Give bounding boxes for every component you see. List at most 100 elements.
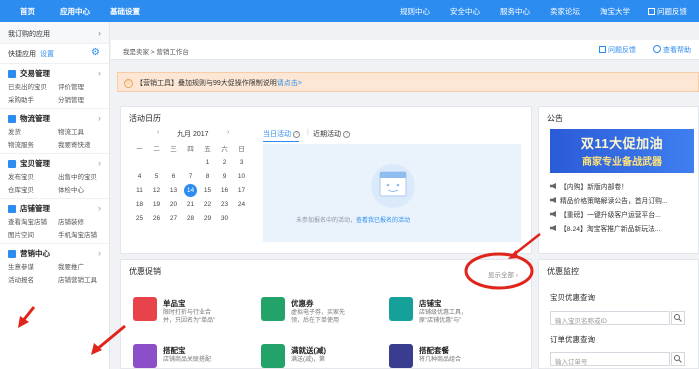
- sidebar-link[interactable]: 活动报名: [8, 274, 58, 284]
- chevron-right-icon[interactable]: ›: [98, 113, 101, 123]
- sidebar-link[interactable]: 图片空间: [8, 229, 58, 239]
- announcement-item[interactable]: 【8.24】淘宝客推广新品新玩法...: [550, 223, 695, 233]
- calendar-day[interactable]: 6: [165, 173, 182, 180]
- calendar-day[interactable]: 20: [165, 201, 182, 208]
- notice-link[interactable]: 请点击>: [277, 80, 302, 87]
- calendar-day[interactable]: 3: [233, 159, 250, 166]
- crumb-help-button[interactable]: 查看帮助: [653, 45, 691, 55]
- tab-recent-activity[interactable]: 近期活动?: [313, 129, 350, 139]
- crumb-feedback-button[interactable]: 问题反馈: [599, 45, 636, 55]
- chevron-right-icon[interactable]: ›: [98, 248, 101, 258]
- chevron-right-icon[interactable]: ›: [98, 68, 101, 78]
- sidebar-link[interactable]: 仓库宝贝: [8, 184, 58, 194]
- calendar-day[interactable]: 25: [131, 215, 148, 222]
- promo-item-store[interactable]: 店铺宝 店铺级优惠工具，原"店铺优惠"与": [389, 297, 509, 337]
- tab-current-activity[interactable]: 当日活动?: [263, 129, 300, 139]
- calendar-day[interactable]: 21: [182, 201, 199, 208]
- promo-item-full-reduce[interactable]: 满就送(减) 满送(减)，第: [261, 344, 381, 369]
- sidebar-link[interactable]: 体检中心: [58, 184, 108, 194]
- order-search-button[interactable]: [671, 352, 685, 366]
- sidebar-link[interactable]: 评价管理: [58, 81, 108, 91]
- breadcrumb[interactable]: 我是卖家 > 营销工作台: [123, 46, 189, 56]
- calendar-day[interactable]: 11: [131, 187, 148, 194]
- chevron-right-icon[interactable]: ›: [98, 203, 101, 213]
- sidebar-link[interactable]: 我要寄快递: [58, 139, 108, 149]
- section-title[interactable]: 宝贝管理: [20, 158, 50, 169]
- calendar-day[interactable]: 22: [199, 201, 216, 208]
- calendar-day[interactable]: 26: [148, 215, 165, 222]
- calendar-day[interactable]: 2: [216, 159, 233, 166]
- nav-service-center[interactable]: 服务中心: [500, 6, 530, 17]
- calendar-day[interactable]: 12: [148, 187, 165, 194]
- sidebar-link[interactable]: 发货: [8, 126, 58, 136]
- sidebar-link[interactable]: 物流工具: [58, 126, 108, 136]
- calendar-day[interactable]: 24: [233, 201, 250, 208]
- sidebar-link[interactable]: 店铺营销工具: [58, 274, 108, 284]
- nav-app-center[interactable]: 应用中心: [60, 6, 90, 17]
- nav-feedback[interactable]: 问题反馈: [648, 6, 687, 17]
- section-title[interactable]: 交易管理: [20, 68, 50, 79]
- calendar-day[interactable]: 23: [216, 201, 233, 208]
- section-title[interactable]: 店铺管理: [20, 203, 50, 214]
- next-month-icon[interactable]: ›: [227, 129, 229, 136]
- calendar-day[interactable]: 9: [216, 173, 233, 180]
- sidebar-subscribed-apps[interactable]: 我订购的应用 ›: [0, 22, 109, 44]
- nav-home[interactable]: 首页: [20, 6, 35, 17]
- sidebar-link[interactable]: 分销管理: [58, 94, 108, 104]
- sidebar-link[interactable]: 出售中的宝贝: [58, 171, 108, 181]
- sidebar-link[interactable]: 发布宝贝: [8, 171, 58, 181]
- quick-apps-setting-link[interactable]: 设置: [40, 51, 54, 58]
- promo-item-single[interactable]: 单品宝 限时打折与行业合并，只因名为"单品": [133, 297, 253, 337]
- promo-banner[interactable]: 双11大促加油 商家专业备战武器: [550, 129, 694, 173]
- calendar-day[interactable]: 29: [199, 215, 216, 222]
- announcement-item[interactable]: 【重磅】一键升级客户运营平台...: [550, 209, 695, 219]
- calendar-day[interactable]: 27: [165, 215, 182, 222]
- sidebar-link[interactable]: 物流服务: [8, 139, 58, 149]
- section-title[interactable]: 营销中心: [20, 248, 50, 259]
- sidebar-link[interactable]: 手机淘宝店铺: [58, 229, 108, 239]
- calendar-day[interactable]: 28: [182, 215, 199, 222]
- question-icon[interactable]: ?: [343, 130, 350, 138]
- sidebar-link[interactable]: 我要推广: [58, 261, 108, 271]
- calendar-day[interactable]: 5: [148, 173, 165, 180]
- sidebar-link[interactable]: 已卖出的宝贝: [8, 81, 58, 91]
- nav-seller-forum[interactable]: 卖家论坛: [550, 6, 580, 17]
- calendar-weekdays: 一 二 三 四 五 六 日: [131, 141, 249, 155]
- calendar-day[interactable]: 18: [131, 201, 148, 208]
- announcement-item[interactable]: 精品价格策略解读公告，首月订购...: [550, 195, 695, 205]
- nav-rules-center[interactable]: 规则中心: [400, 6, 430, 17]
- sidebar-link[interactable]: 查看淘宝店铺: [8, 216, 58, 226]
- promo-item-bundle[interactable]: 搭配宝 店铺商品关联搭配: [133, 344, 253, 369]
- view-registered-link[interactable]: 查看我已报名的活动: [356, 218, 410, 224]
- sidebar-link[interactable]: 店铺装修: [58, 216, 108, 226]
- nav-taobao-university[interactable]: 淘宝大学: [600, 6, 630, 17]
- calendar-day[interactable]: 17: [233, 187, 250, 194]
- calendar-day[interactable]: 4: [131, 173, 148, 180]
- item-query-input[interactable]: 输入宝贝名称或ID: [550, 311, 670, 325]
- sidebar-link[interactable]: 生意参谋: [8, 261, 58, 271]
- promo-item-coupon[interactable]: 优惠券 虚拟电子券，买家先领，后在下单使用: [261, 297, 381, 337]
- chevron-right-icon[interactable]: ›: [98, 158, 101, 168]
- calendar-day-today[interactable]: 14: [184, 183, 197, 197]
- nav-basic-settings[interactable]: 基础设置: [110, 6, 140, 17]
- calendar-day[interactable]: 19: [148, 201, 165, 208]
- prev-month-icon[interactable]: ‹: [157, 129, 159, 136]
- calendar-day[interactable]: 30: [216, 215, 233, 222]
- sidebar-link[interactable]: 采购助手: [8, 94, 58, 104]
- calendar-day[interactable]: 15: [199, 187, 216, 194]
- announcement-item[interactable]: 【内购】新版内部卷！: [550, 181, 695, 191]
- show-all-link[interactable]: 显示全部 ›: [488, 269, 518, 279]
- gear-icon[interactable]: ⚙: [91, 47, 100, 58]
- calendar-day[interactable]: 10: [233, 173, 250, 180]
- calendar-day[interactable]: 8: [199, 173, 216, 180]
- section-title[interactable]: 物流管理: [20, 113, 50, 124]
- item-search-button[interactable]: [671, 311, 685, 325]
- question-icon[interactable]: ?: [293, 130, 300, 138]
- nav-security-center[interactable]: 安全中心: [450, 6, 480, 17]
- calendar-day[interactable]: 13: [165, 187, 182, 194]
- order-query-input[interactable]: 输入订单号: [550, 352, 670, 366]
- calendar-day[interactable]: 7: [182, 173, 199, 180]
- promo-item-package[interactable]: 搭配套餐 将几种商品组合: [389, 344, 509, 369]
- calendar-day[interactable]: 16: [216, 187, 233, 194]
- calendar-day[interactable]: 1: [199, 159, 216, 166]
